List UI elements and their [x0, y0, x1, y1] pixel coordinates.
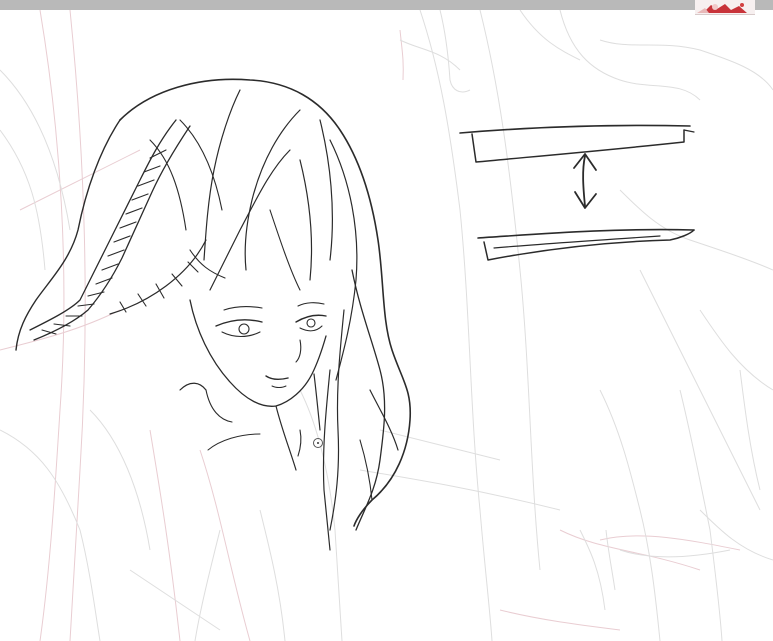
sketch-layer [0, 10, 773, 641]
drawing-app-window [0, 0, 773, 641]
double-headed-arrow-icon [573, 153, 597, 209]
brush-cursor-icon [313, 438, 323, 448]
window-title-bar [0, 0, 773, 10]
drawing-canvas[interactable] [0, 10, 773, 641]
